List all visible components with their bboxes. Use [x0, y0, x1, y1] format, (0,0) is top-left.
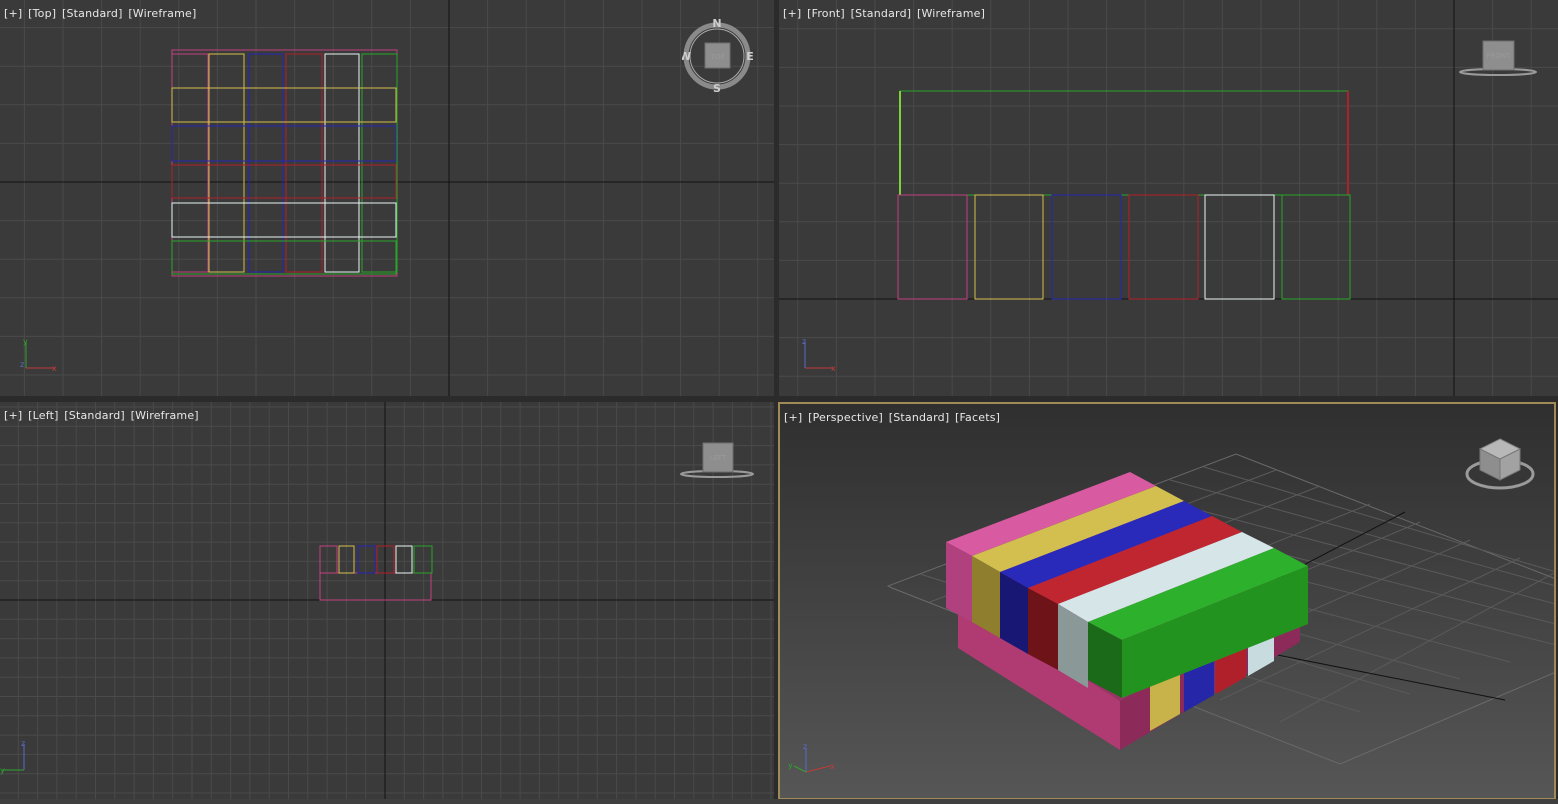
top-wireframe-boxes	[171, 49, 398, 277]
svg-text:y: y	[23, 337, 28, 346]
svg-text:z: z	[21, 739, 25, 748]
axis-tripod-icon: z y	[0, 739, 25, 775]
top-grid	[0, 0, 774, 396]
axis-tripod-icon: z y x	[20, 337, 57, 373]
compass-south: S	[713, 82, 721, 94]
shading-standard-menu[interactable]: [Standard]	[62, 7, 123, 20]
svg-text:x: x	[831, 364, 836, 373]
shading-standard-menu[interactable]: [Standard]	[851, 7, 912, 20]
view-menu[interactable]: [Perspective]	[808, 411, 883, 424]
svg-text:z: z	[802, 337, 806, 346]
viewcube-icon[interactable]	[1462, 434, 1536, 498]
plus-menu[interactable]: [+]	[4, 409, 22, 422]
shading-standard-menu[interactable]: [Standard]	[889, 411, 950, 424]
perspective-scene	[886, 453, 1554, 765]
viewport-front[interactable]: [+] [Front] [Standard] [Wireframe] FRONT…	[779, 0, 1558, 396]
view-menu[interactable]: [Left]	[28, 409, 58, 422]
svg-text:z: z	[803, 742, 807, 751]
plus-menu[interactable]: [+]	[783, 7, 801, 20]
perspective-model	[946, 472, 1308, 750]
display-mode-menu[interactable]: [Facets]	[955, 411, 1000, 424]
viewport-label-top[interactable]: [+] [Top] [Standard] [Wireframe]	[4, 7, 198, 20]
viewport-label-front[interactable]: [+] [Front] [Standard] [Wireframe]	[783, 7, 987, 20]
viewport-perspective[interactable]: [+] [Perspective] [Standard] [Facets] z …	[778, 402, 1556, 800]
svg-text:y: y	[0, 766, 5, 775]
bottom-toolbar-strip	[0, 799, 1558, 804]
compass-east: E	[746, 50, 754, 63]
front-grid	[779, 0, 1558, 396]
plus-menu[interactable]: [+]	[4, 7, 22, 20]
viewport-left[interactable]: [+] [Left] [Standard] [Wireframe] LEFT z…	[0, 402, 774, 804]
viewcube-icon[interactable]: LEFT	[678, 440, 758, 482]
viewcube-face-label: FRONT	[1487, 52, 1512, 60]
display-mode-menu[interactable]: [Wireframe]	[131, 409, 199, 422]
axis-tripod-icon: z x y	[788, 742, 835, 773]
svg-text:z: z	[20, 360, 24, 369]
compass-north: N	[712, 18, 721, 30]
viewport-label-perspective[interactable]: [+] [Perspective] [Standard] [Facets]	[784, 411, 1002, 424]
svg-text:y: y	[788, 761, 793, 770]
viewport-top[interactable]: [+] [Top] [Standard] [Wireframe] TOP N S…	[0, 0, 774, 396]
display-mode-menu[interactable]: [Wireframe]	[128, 7, 196, 20]
display-mode-menu[interactable]: [Wireframe]	[917, 7, 985, 20]
viewcube-face-label: TOP	[709, 53, 724, 61]
front-wireframe-boxes	[897, 90, 1351, 300]
svg-text:x: x	[52, 364, 57, 373]
shading-standard-menu[interactable]: [Standard]	[64, 409, 125, 422]
view-menu[interactable]: [Front]	[807, 7, 845, 20]
plus-menu[interactable]: [+]	[784, 411, 802, 424]
axis-tripod-icon: z x	[802, 337, 836, 373]
svg-text:x: x	[830, 762, 835, 771]
left-grid	[0, 402, 774, 804]
compass-west: W	[682, 50, 691, 63]
viewcube-icon[interactable]: FRONT	[1457, 38, 1541, 80]
viewcube-face-label: LEFT	[710, 454, 727, 462]
viewcube-compass-icon[interactable]: TOP N S E W	[682, 18, 754, 94]
viewport-label-left[interactable]: [+] [Left] [Standard] [Wireframe]	[4, 409, 201, 422]
left-wireframe-boxes	[319, 545, 433, 601]
view-menu[interactable]: [Top]	[28, 7, 56, 20]
